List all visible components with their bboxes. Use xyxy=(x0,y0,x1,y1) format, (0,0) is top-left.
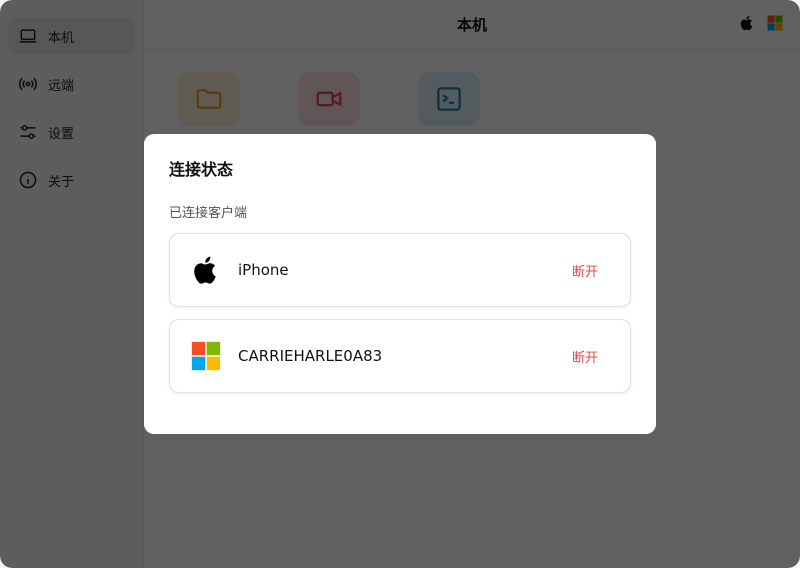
client-platform xyxy=(188,338,224,374)
apple-icon xyxy=(194,256,216,284)
app-window: 本机 远端 设置 关于 本机 连接状 xyxy=(0,0,800,568)
client-name: iPhone xyxy=(238,261,289,279)
connection-status-dialog: 连接状态 已连接客户端 iPhone 断开 CARRIEHARLE0A83 断开 xyxy=(144,134,656,434)
client-card: iPhone 断开 xyxy=(169,233,631,307)
client-platform xyxy=(188,252,224,288)
dialog-subtitle: 已连接客户端 xyxy=(169,206,248,221)
windows-icon xyxy=(191,341,221,371)
dialog-title: 连接状态 xyxy=(169,160,234,179)
client-card: CARRIEHARLE0A83 断开 xyxy=(169,319,631,393)
disconnect-button[interactable]: 断开 xyxy=(558,257,612,284)
disconnect-button[interactable]: 断开 xyxy=(558,343,612,370)
client-name: CARRIEHARLE0A83 xyxy=(238,347,383,365)
